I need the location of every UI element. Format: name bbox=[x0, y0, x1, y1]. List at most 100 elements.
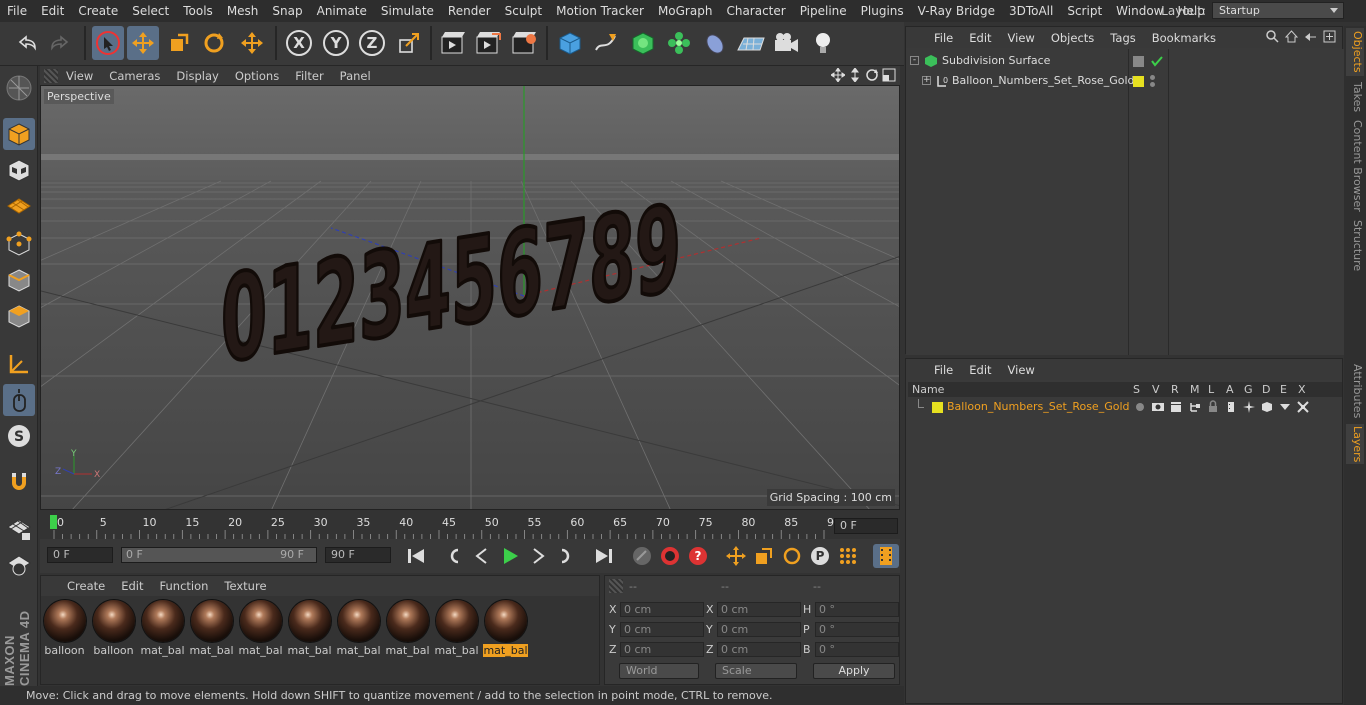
timeline-ticks[interactable]: 051015202530354045505560657075808590 bbox=[48, 512, 838, 539]
layer-color-icon[interactable] bbox=[1133, 76, 1144, 87]
timeline-ruler[interactable]: 051015202530354045505560657075808590 0 F bbox=[40, 512, 900, 539]
viewport-menu-options[interactable]: Options bbox=[227, 69, 287, 83]
render-clapper-icon[interactable] bbox=[1170, 401, 1182, 413]
layer-menu-edit[interactable]: Edit bbox=[961, 363, 999, 377]
viewport-menu-cameras[interactable]: Cameras bbox=[101, 69, 168, 83]
3d-viewport[interactable]: 0123456789 Y X Z Perspective Grid Spacin… bbox=[40, 85, 900, 510]
material-swatch[interactable]: mat_bal bbox=[385, 599, 430, 657]
menu-pipeline[interactable]: Pipeline bbox=[793, 0, 854, 22]
z-axis-icon[interactable]: Z bbox=[356, 26, 388, 60]
menu-script[interactable]: Script bbox=[1060, 0, 1109, 22]
floor-icon[interactable] bbox=[735, 26, 767, 60]
material-swatch[interactable]: mat_bal bbox=[336, 599, 381, 657]
tweak-mode-icon[interactable] bbox=[3, 384, 35, 416]
model-mode-icon[interactable] bbox=[3, 118, 35, 150]
animation-icon[interactable] bbox=[1225, 401, 1237, 413]
object-menu-bookmarks[interactable]: Bookmarks bbox=[1144, 31, 1224, 45]
frame-range-slider[interactable]: 0 F 90 F bbox=[121, 547, 317, 563]
material-menu-texture[interactable]: Texture bbox=[216, 579, 274, 593]
menu-file[interactable]: File bbox=[0, 0, 34, 22]
menu-select[interactable]: Select bbox=[125, 0, 176, 22]
tab-layers[interactable]: Layers bbox=[1346, 424, 1364, 464]
next-key-icon[interactable] bbox=[553, 544, 579, 568]
size-mode-select[interactable]: Scale bbox=[715, 663, 797, 679]
key-parameter-icon[interactable]: P bbox=[807, 544, 833, 568]
move-icon[interactable] bbox=[127, 26, 159, 60]
deformer-icon[interactable] bbox=[699, 26, 731, 60]
material-swatch[interactable]: mat_bal bbox=[140, 599, 185, 657]
subdivision-icon[interactable] bbox=[627, 26, 659, 60]
timeline-film-icon[interactable] bbox=[873, 544, 899, 568]
menu-motion-tracker[interactable]: Motion Tracker bbox=[549, 0, 651, 22]
undo-icon[interactable] bbox=[10, 26, 42, 60]
material-swatch[interactable]: mat_bal bbox=[287, 599, 332, 657]
search-icon[interactable] bbox=[1266, 30, 1279, 43]
viewport-menu-display[interactable]: Display bbox=[168, 69, 226, 83]
y-axis-icon[interactable]: Y bbox=[320, 26, 352, 60]
key-pla-icon[interactable] bbox=[835, 544, 861, 568]
menu-3dtoall[interactable]: 3DToAll bbox=[1002, 0, 1060, 22]
viewport-menu-panel[interactable]: Panel bbox=[332, 69, 379, 83]
material-swatch-selected[interactable]: mat_bal bbox=[483, 599, 528, 657]
lock-icon[interactable] bbox=[1207, 400, 1219, 413]
object-menu-tags[interactable]: Tags bbox=[1102, 31, 1143, 45]
layer-col-expressions[interactable]: E bbox=[1280, 382, 1287, 397]
material-swatch[interactable]: balloon bbox=[91, 599, 136, 657]
render-settings-icon[interactable] bbox=[508, 26, 540, 60]
object-menu-objects[interactable]: Objects bbox=[1043, 31, 1102, 45]
snapping-icon[interactable]: S bbox=[3, 420, 35, 452]
motion-record-icon[interactable] bbox=[629, 544, 655, 568]
live-selection-icon[interactable] bbox=[92, 26, 124, 60]
tab-content-browser[interactable]: Content Browser bbox=[1346, 120, 1364, 212]
solo-toggle-icon[interactable] bbox=[1136, 403, 1144, 411]
rot-h-field[interactable]: 0 ° bbox=[815, 602, 899, 617]
menu-animate[interactable]: Animate bbox=[310, 0, 374, 22]
eye-icon[interactable] bbox=[1152, 402, 1164, 412]
tab-attributes[interactable]: Attributes bbox=[1346, 362, 1364, 420]
points-mode-icon[interactable] bbox=[3, 228, 35, 260]
material-menu-function[interactable]: Function bbox=[152, 579, 217, 593]
go-to-start-icon[interactable] bbox=[403, 544, 429, 568]
viewport-menu-view[interactable]: View bbox=[58, 69, 101, 83]
expression-icon[interactable] bbox=[1279, 402, 1291, 412]
rotate-icon[interactable] bbox=[198, 26, 230, 60]
generator-icon[interactable] bbox=[1243, 401, 1255, 413]
coordinate-space-select[interactable]: World bbox=[619, 663, 699, 679]
record-keys-icon[interactable] bbox=[657, 544, 683, 568]
magnet-icon[interactable] bbox=[3, 466, 35, 498]
object-menu-file[interactable]: File bbox=[926, 31, 961, 45]
size-z-field[interactable]: 0 cm bbox=[717, 642, 801, 657]
menu-mograph[interactable]: MoGraph bbox=[651, 0, 720, 22]
autokey-icon[interactable]: ? bbox=[685, 544, 711, 568]
home-icon[interactable] bbox=[1285, 30, 1298, 43]
layer-col-deformers[interactable]: D bbox=[1262, 382, 1270, 397]
axis-mode-icon[interactable] bbox=[3, 348, 35, 380]
texture-mode-icon[interactable] bbox=[3, 154, 35, 186]
zoom-icon[interactable] bbox=[848, 68, 862, 82]
end-frame-field[interactable]: 90 F bbox=[325, 547, 391, 563]
menu-vray-bridge[interactable]: V-Ray Bridge bbox=[911, 0, 1002, 22]
tab-objects[interactable]: Objects bbox=[1346, 28, 1364, 76]
visibility-toggle-icon[interactable] bbox=[1133, 56, 1144, 67]
layer-name[interactable]: Balloon_Numbers_Set_Rose_Gold bbox=[947, 397, 1129, 417]
key-rotation-icon[interactable] bbox=[779, 544, 805, 568]
workplane-icon[interactable] bbox=[3, 190, 35, 222]
previous-key-icon[interactable] bbox=[441, 544, 467, 568]
tab-takes[interactable]: Takes bbox=[1346, 80, 1364, 114]
enabled-check-icon[interactable] bbox=[1150, 55, 1164, 67]
tab-structure[interactable]: Structure bbox=[1346, 220, 1364, 272]
material-swatch[interactable]: balloon bbox=[42, 599, 87, 657]
menu-snap[interactable]: Snap bbox=[265, 0, 309, 22]
layer-col-manager[interactable]: M bbox=[1190, 382, 1200, 397]
pos-y-field[interactable]: 0 cm bbox=[620, 622, 704, 637]
x-axis-icon[interactable]: X bbox=[283, 26, 315, 60]
render-region-icon[interactable] bbox=[472, 26, 504, 60]
pos-z-field[interactable]: 0 cm bbox=[620, 642, 704, 657]
key-scale-icon[interactable] bbox=[751, 544, 777, 568]
layer-menu-file[interactable]: File bbox=[926, 363, 961, 377]
object-menu-view[interactable]: View bbox=[1000, 31, 1043, 45]
layer-col-solo[interactable]: S bbox=[1133, 382, 1140, 397]
menu-edit[interactable]: Edit bbox=[34, 0, 71, 22]
transform-icon[interactable] bbox=[236, 26, 268, 60]
layer-col-generators[interactable]: G bbox=[1244, 382, 1253, 397]
